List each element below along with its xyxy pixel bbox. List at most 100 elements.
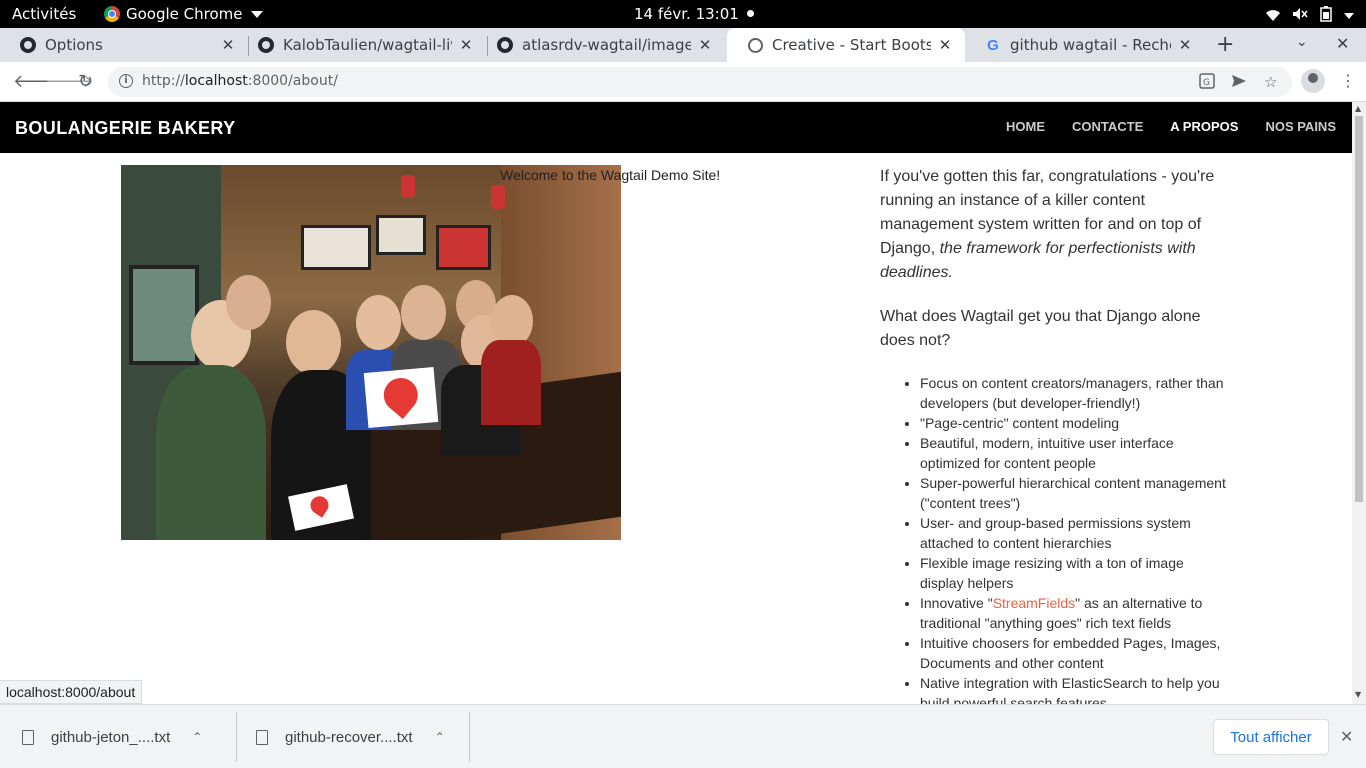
close-shelf-icon[interactable]: ✕ <box>1340 727 1353 746</box>
notification-dot-icon <box>747 10 754 17</box>
window-close-icon[interactable]: ✕ <box>1336 34 1349 53</box>
tab-title: github wagtail - Recherch <box>1010 36 1171 54</box>
wifi-icon <box>1266 7 1280 25</box>
site-brand[interactable]: BOULANGERIE BAKERY <box>15 118 236 139</box>
tab-options[interactable]: Options ✕ <box>0 28 248 62</box>
link-status-bubble: localhost:8000/about <box>0 680 143 704</box>
send-to-device-icon[interactable] <box>1231 73 1247 93</box>
list-item: Flexible image resizing with a ton of im… <box>920 553 1230 593</box>
list-item: Native integration with ElasticSearch to… <box>920 673 1230 704</box>
list-item: Beautiful, modern, intuitive user interf… <box>920 433 1230 473</box>
site-navbar: BOULANGERIE BAKERY HOME CONTACTE A PROPO… <box>0 102 1352 153</box>
photo-person <box>286 310 341 375</box>
tab-title: Options <box>45 36 103 54</box>
list-item: Innovative "StreamFields" as an alternat… <box>920 593 1230 633</box>
app-name: Google Chrome <box>126 5 243 23</box>
photo-lamp <box>401 175 415 197</box>
download-divider <box>469 712 470 762</box>
app-menu[interactable]: Google Chrome <box>104 5 263 23</box>
tab-title: Creative - Start Bootstrap <box>772 36 931 54</box>
chevron-up-icon[interactable]: ⌃ <box>192 730 202 744</box>
svg-text:G: G <box>1203 78 1210 88</box>
streamfields-link[interactable]: StreamFields <box>993 595 1075 611</box>
download-filename: github-jeton_....txt <box>51 728 171 746</box>
reload-icon[interactable]: ↻ <box>78 71 93 92</box>
kebab-menu-icon[interactable]: ⋮ <box>1340 71 1356 90</box>
tab-creative-start-bootstrap[interactable]: Creative - Start Bootstrap ✕ <box>727 28 965 62</box>
google-icon: G <box>987 36 999 54</box>
photo-person <box>401 285 446 340</box>
system-top-bar: Activités Google Chrome 14 févr. 13:01 <box>0 0 1366 28</box>
tab-title: KalobTaulien/wagtail-live <box>283 36 452 54</box>
photo-lamp <box>491 185 505 209</box>
tab-atlasrdv-wagtail[interactable]: atlasrdv-wagtail/images a ✕ <box>477 28 725 62</box>
download-item[interactable]: github-jeton_....txt ⌃ <box>22 712 202 762</box>
browser-toolbar: 🡐 🡒 ↻ i http://localhost:8000/about/ G ☆… <box>0 62 1366 102</box>
list-item: "Page-centric" content modeling <box>920 413 1230 433</box>
list-item-text: Innovative " <box>920 595 993 611</box>
download-item[interactable]: github-recover....txt ⌃ <box>256 712 445 762</box>
heart-logo <box>376 371 425 419</box>
feature-list: Focus on content creators/managers, rath… <box>920 373 1230 704</box>
bookmark-star-icon[interactable]: ☆ <box>1264 73 1277 91</box>
photo-person <box>226 275 271 330</box>
scroll-up-arrow-icon[interactable]: ▲ <box>1355 104 1361 113</box>
download-shelf: github-jeton_....txt ⌃ github-recover...… <box>0 704 1366 768</box>
list-item: User- and group-based permissions system… <box>920 513 1230 553</box>
clock[interactable]: 14 févr. 13:01 <box>634 5 739 23</box>
profile-avatar-icon[interactable] <box>1301 69 1325 93</box>
nav-nos-pains[interactable]: NOS PAINS <box>1265 119 1336 134</box>
photo-wall-frame <box>436 225 491 270</box>
url-path: :8000/about/ <box>247 73 338 89</box>
close-tab-icon[interactable]: ✕ <box>697 36 713 54</box>
file-icon <box>256 729 268 745</box>
tab-search-chevron-icon[interactable]: ⌄ <box>1296 34 1308 50</box>
new-tab-button[interactable]: + <box>1216 32 1234 57</box>
photo-person <box>481 340 541 425</box>
about-content: If you've gotten this far, congratulatio… <box>880 165 1230 704</box>
show-all-downloads-button[interactable]: Tout afficher <box>1213 719 1329 755</box>
intro-paragraph: If you've gotten this far, congratulatio… <box>880 165 1230 285</box>
close-tab-icon[interactable]: ✕ <box>220 36 236 54</box>
close-tab-icon[interactable]: ✕ <box>937 36 953 54</box>
list-item: Super-powerful hierarchical content mana… <box>920 473 1230 513</box>
globe-icon <box>747 37 763 53</box>
team-photo <box>121 165 621 540</box>
page-scrollbar[interactable]: ▲ ▼ <box>1352 102 1366 704</box>
translate-icon[interactable]: G <box>1199 73 1215 93</box>
tab-strip: Options ✕ KalobTaulien/wagtail-live ✕ at… <box>0 28 1366 62</box>
close-tab-icon[interactable]: ✕ <box>458 36 474 54</box>
nav-contacte[interactable]: CONTACTE <box>1072 119 1143 134</box>
caret-down-icon <box>250 10 263 18</box>
system-tray[interactable] <box>1266 6 1354 26</box>
download-divider <box>236 712 237 762</box>
photo-person <box>156 365 266 540</box>
tab-github-wagtail-search[interactable]: G github wagtail - Recherch ✕ <box>965 28 1205 62</box>
github-icon <box>20 37 36 53</box>
image-caption: Welcome to the Wagtail Demo Site! <box>500 167 721 183</box>
site-info-icon[interactable]: i <box>119 74 133 88</box>
tab-kalobtaulien-wagtail-live[interactable]: KalobTaulien/wagtail-live ✕ <box>238 28 486 62</box>
chevron-up-icon[interactable]: ⌃ <box>435 730 445 744</box>
question-paragraph: What does Wagtail get you that Django al… <box>880 308 1201 349</box>
nav-a-propos[interactable]: A PROPOS <box>1170 119 1238 134</box>
photo-person <box>356 295 401 350</box>
address-bar[interactable]: i http://localhost:8000/about/ G ☆ <box>108 67 1292 97</box>
battery-icon <box>1320 6 1332 26</box>
close-tab-icon[interactable]: ✕ <box>1177 36 1193 54</box>
github-icon <box>497 37 513 53</box>
scroll-down-arrow-icon[interactable]: ▼ <box>1355 690 1361 699</box>
nav-home[interactable]: HOME <box>1006 119 1045 134</box>
url-host: localhost <box>184 73 248 89</box>
page-viewport: BOULANGERIE BAKERY HOME CONTACTE A PROPO… <box>0 102 1352 704</box>
list-item: Intuitive choosers for embedded Pages, I… <box>920 633 1230 673</box>
photo-window-pane <box>129 265 199 365</box>
activities-button[interactable]: Activités <box>12 5 76 23</box>
file-icon <box>22 729 34 745</box>
address-url[interactable]: http://localhost:8000/about/ <box>142 73 338 89</box>
power-menu-caret-icon <box>1344 13 1354 19</box>
scrollbar-thumb[interactable] <box>1355 116 1363 502</box>
url-scheme: http:// <box>142 73 185 89</box>
volume-muted-icon <box>1292 7 1308 25</box>
site-nav-links: HOME CONTACTE A PROPOS NOS PAINS <box>1006 119 1336 134</box>
